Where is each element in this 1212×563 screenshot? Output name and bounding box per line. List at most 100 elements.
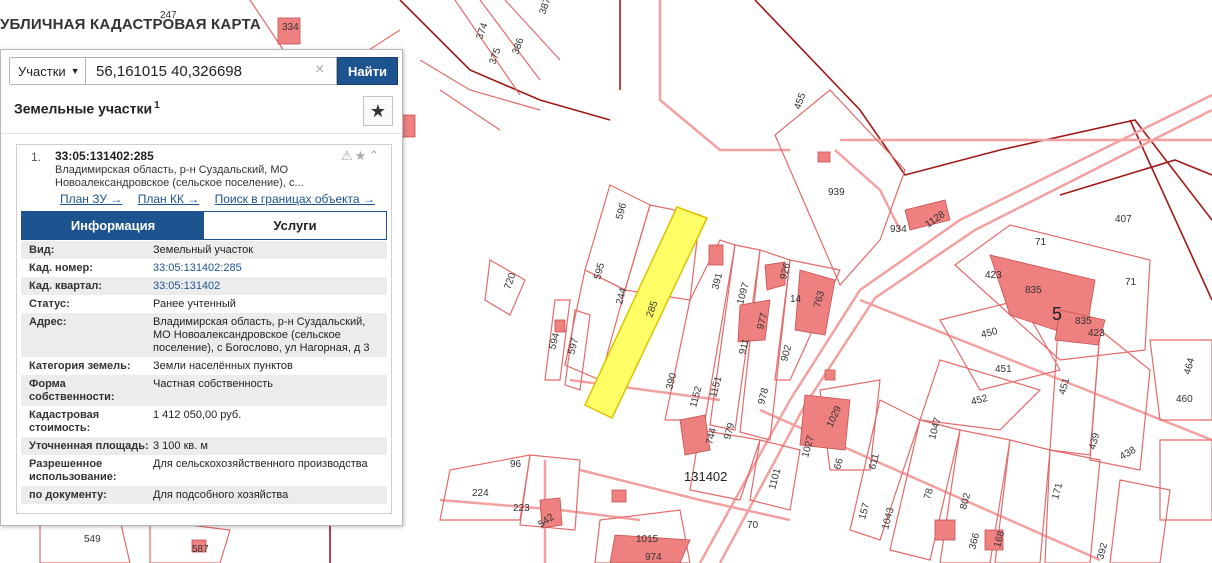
tab-info[interactable]: Информация	[22, 212, 204, 239]
field-key: Адрес:	[29, 316, 67, 328]
link-plan-zu[interactable]: План ЗУ →	[60, 192, 122, 206]
label-14: 14	[790, 294, 802, 305]
result-index: 1.	[31, 150, 42, 164]
label-939: 939	[828, 187, 845, 198]
label-595: 595	[592, 261, 607, 280]
card-links: План ЗУ → План КК → Поиск в границах объ…	[60, 192, 387, 206]
field-value: Земли населённых пунктов	[153, 360, 293, 372]
search-button[interactable]: Найти	[337, 57, 398, 85]
result-card[interactable]: 1. 33:05:131402:285 Владимирская область…	[16, 144, 392, 514]
star-icon: ★	[369, 100, 387, 121]
label-374: 374	[474, 21, 490, 41]
field-value: Владимирская область, р-н Суздальский, М…	[153, 316, 370, 354]
label-594: 594	[547, 331, 562, 350]
label-392: 392	[1095, 541, 1110, 560]
label-1047: 1047	[927, 416, 943, 441]
label-720: 720	[502, 271, 518, 291]
table-row: Кадастровая стоимость: 1 412 050,00 руб.	[21, 406, 387, 437]
star-icon[interactable]: ★	[355, 148, 369, 163]
section-title-text: Земельные участки	[14, 100, 153, 117]
label-438: 438	[1118, 445, 1138, 463]
label-978: 978	[756, 386, 771, 405]
label-71a: 71	[1035, 237, 1047, 248]
search-panel: Участки ▼ × Найти Земельные участки1 ★ 1…	[0, 49, 403, 526]
field-key: Форма собственности:	[29, 378, 115, 403]
label-974: 974	[645, 552, 662, 563]
result-count: 1	[154, 100, 160, 111]
field-value: Частная собственность	[153, 378, 274, 390]
label-902: 902	[779, 343, 794, 362]
label-1151: 1151	[708, 375, 724, 399]
label-979: 979	[722, 421, 737, 440]
favorite-button[interactable]: ★	[363, 96, 393, 126]
label-450: 450	[980, 326, 999, 341]
section-header: Земельные участки 1 ★	[1, 90, 402, 134]
table-row: Статус: Ранее учтенный	[21, 295, 387, 313]
table-row: Кад. номер: 33:05:131402:285	[21, 259, 387, 277]
label-587: 587	[192, 544, 209, 555]
link-plan-kk[interactable]: План КК →	[138, 192, 200, 206]
field-key: Статус:	[29, 298, 70, 310]
label-611: 611	[867, 452, 882, 471]
label-386: 386	[510, 36, 526, 56]
label-597: 597	[566, 336, 581, 355]
label-1015: 1015	[636, 534, 659, 545]
warning-icon[interactable]: ⚠	[341, 148, 355, 163]
table-row: по документу: Для подсобного хозяйства	[21, 486, 387, 504]
field-value: Для подсобного хозяйства	[153, 489, 289, 501]
field-value-link[interactable]: 33:05:131402	[153, 280, 383, 293]
field-value: 3 100 кв. м	[153, 440, 208, 452]
label-224: 224	[472, 488, 489, 499]
label-96: 96	[510, 459, 522, 470]
field-key: Разрешенное использование:	[29, 458, 117, 483]
label-934: 934	[890, 224, 907, 235]
label-390: 390	[664, 371, 679, 390]
result-cad-number[interactable]: 33:05:131402:285	[55, 149, 154, 163]
label-407: 407	[1115, 214, 1132, 225]
field-value: 1 412 050,00 руб.	[153, 409, 242, 421]
label-439: 439	[1087, 431, 1102, 450]
table-row: Кад. квартал: 33:05:131402	[21, 277, 387, 295]
field-value-link[interactable]: 33:05:131402:285	[153, 262, 383, 275]
search-type-label: Участки	[18, 63, 66, 79]
link-search-in-bounds[interactable]: Поиск в границах объекта →	[215, 192, 375, 206]
table-row: Разрешенное использование: Для сельскохоз…	[21, 455, 387, 486]
table-row: Вид: Земельный участок	[21, 241, 387, 259]
label-387: 387	[537, 0, 553, 16]
label-375: 375	[487, 46, 503, 66]
info-tabs: Информация Услуги	[21, 211, 387, 240]
label-802: 802	[958, 491, 973, 510]
search-type-dropdown[interactable]: Участки ▼	[9, 57, 85, 85]
field-value: Для сельскохозяйственного производства	[153, 458, 368, 470]
label-223: 223	[513, 503, 530, 514]
label-1043: 1043	[880, 506, 896, 531]
clear-icon[interactable]: ×	[315, 61, 324, 79]
table-row: Форма собственности: Частная собственност…	[21, 375, 387, 406]
label-423b: 423	[1088, 328, 1105, 339]
label-66: 66	[832, 457, 846, 471]
info-table: Вид: Земельный участок Кад. номер: 33:05:1…	[21, 241, 387, 504]
label-423: 423	[985, 270, 1002, 281]
chevron-down-icon: ▼	[70, 66, 80, 76]
chevron-up-icon[interactable]: ⌃	[368, 148, 381, 163]
label-835a: 835	[1025, 285, 1042, 296]
app-title: УБЛИЧНАЯ КАДАСТРОВАЯ КАРТА	[0, 16, 261, 33]
search-bar: Участки ▼ × Найти	[9, 57, 398, 85]
label-460: 460	[1176, 394, 1193, 405]
label-366: 366	[967, 531, 982, 550]
tab-services[interactable]: Услуги	[204, 212, 386, 239]
label-78: 78	[922, 487, 936, 501]
search-input[interactable]	[85, 57, 337, 85]
label-5: 5	[1052, 304, 1062, 324]
field-key: Кад. номер:	[29, 262, 93, 274]
label-334: 334	[282, 22, 299, 33]
field-key: Вид:	[29, 244, 55, 256]
label-244: 244	[614, 286, 629, 305]
field-key: Уточненная площадь:	[29, 440, 149, 452]
label-171: 171	[1050, 481, 1065, 500]
field-key: Кад. квартал:	[29, 280, 103, 292]
card-actions: ⚠★⌃	[341, 148, 381, 164]
field-key: по документу:	[29, 489, 107, 501]
field-value: Ранее учтенный	[153, 298, 236, 310]
label-835b: 835	[1075, 316, 1092, 327]
